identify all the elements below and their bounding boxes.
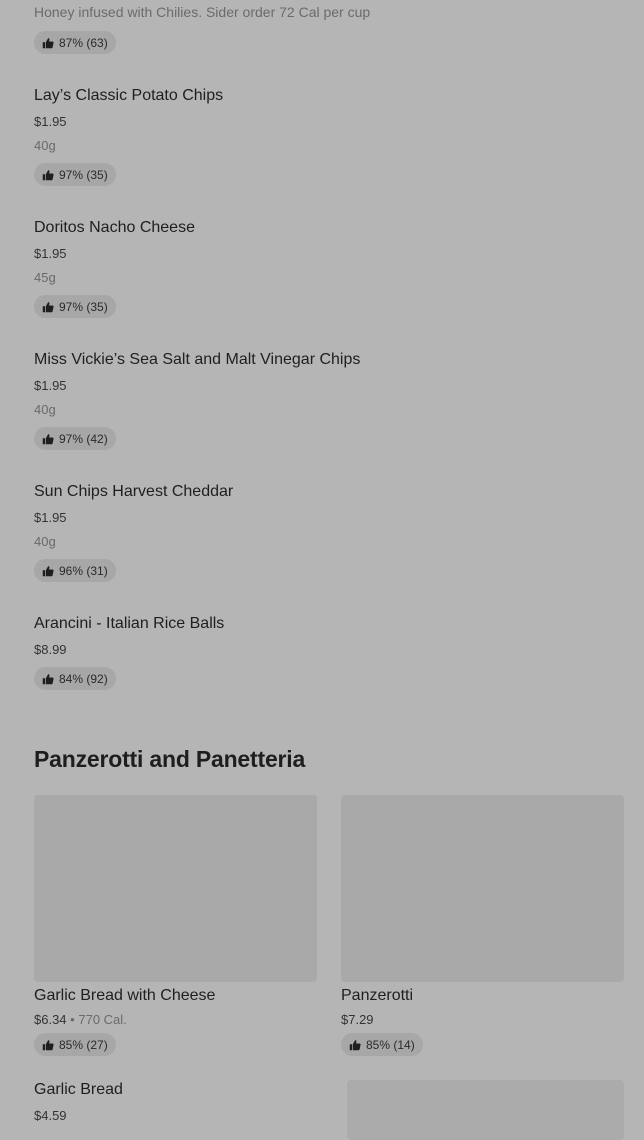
rating-badge: 97% (35) bbox=[34, 163, 116, 186]
menu-item-name[interactable]: Garlic Bread bbox=[34, 1081, 123, 1099]
rating-text: 87% (63) bbox=[59, 35, 108, 50]
rating-badge: 96% (31) bbox=[34, 559, 116, 582]
menu-item-weight: 40g bbox=[34, 534, 56, 549]
thumbs-up-icon bbox=[42, 169, 54, 181]
card-item-price: $6.34 bbox=[34, 1012, 67, 1027]
card-item-price: $7.29 bbox=[341, 1012, 374, 1027]
menu-item-price: $1.95 bbox=[34, 378, 67, 393]
section-title: Panzerotti and Panetteria bbox=[34, 746, 306, 772]
thumbs-up-icon bbox=[349, 1039, 361, 1051]
separator-dot: • bbox=[70, 1012, 75, 1027]
menu-item-name[interactable]: Lay’s Classic Potato Chips bbox=[34, 87, 223, 105]
thumbs-up-icon bbox=[42, 301, 54, 313]
menu-item-weight: 45g bbox=[34, 270, 56, 285]
rating-badge: 97% (35) bbox=[34, 295, 116, 318]
rating-badge: 87% (63) bbox=[34, 31, 116, 54]
card-item-price-line: $6.34 • 770 Cal. bbox=[34, 1012, 127, 1027]
menu-item-name[interactable]: Miss Vickie’s Sea Salt and Malt Vinegar … bbox=[34, 351, 360, 369]
menu-item-name[interactable]: Sun Chips Harvest Cheddar bbox=[34, 483, 233, 501]
rating-text: 85% (27) bbox=[59, 1037, 108, 1052]
menu-item-weight: 40g bbox=[34, 402, 56, 417]
rating-badge: 85% (27) bbox=[34, 1033, 116, 1056]
thumbs-up-icon bbox=[42, 37, 54, 49]
menu-item-weight: 40g bbox=[34, 138, 56, 153]
menu-item-price: $4.59 bbox=[34, 1108, 67, 1123]
top-item-description: Honey infused with Chilies. Sider order … bbox=[34, 4, 371, 20]
rating-text: 85% (14) bbox=[366, 1037, 415, 1052]
rating-badge: 85% (14) bbox=[341, 1033, 423, 1056]
rating-text: 97% (42) bbox=[59, 431, 108, 446]
card-item-calories: 770 Cal. bbox=[78, 1012, 127, 1027]
menu-item-price: $8.99 bbox=[34, 642, 67, 657]
rating-text: 84% (92) bbox=[59, 671, 108, 686]
thumbs-up-icon bbox=[42, 433, 54, 445]
menu-item-price: $1.95 bbox=[34, 246, 67, 261]
thumbs-up-icon bbox=[42, 565, 54, 577]
rating-text: 96% (31) bbox=[59, 563, 108, 578]
menu-item-name[interactable]: Doritos Nacho Cheese bbox=[34, 219, 195, 237]
rating-badge: 84% (92) bbox=[34, 667, 116, 690]
menu-item-name[interactable]: Arancini - Italian Rice Balls bbox=[34, 615, 224, 633]
item-image-placeholder[interactable] bbox=[34, 795, 317, 982]
rating-text: 97% (35) bbox=[59, 299, 108, 314]
menu-item-price: $1.95 bbox=[34, 114, 67, 129]
thumbs-up-icon bbox=[42, 1039, 54, 1051]
card-item-name[interactable]: Panzerotti bbox=[341, 987, 413, 1005]
rating-text: 97% (35) bbox=[59, 167, 108, 182]
menu-item-price: $1.95 bbox=[34, 510, 67, 525]
card-item-name[interactable]: Garlic Bread with Cheese bbox=[34, 987, 215, 1005]
item-image-placeholder[interactable] bbox=[347, 1080, 624, 1140]
rating-badge: 97% (42) bbox=[34, 427, 116, 450]
item-image-placeholder[interactable] bbox=[341, 795, 624, 982]
thumbs-up-icon bbox=[42, 673, 54, 685]
